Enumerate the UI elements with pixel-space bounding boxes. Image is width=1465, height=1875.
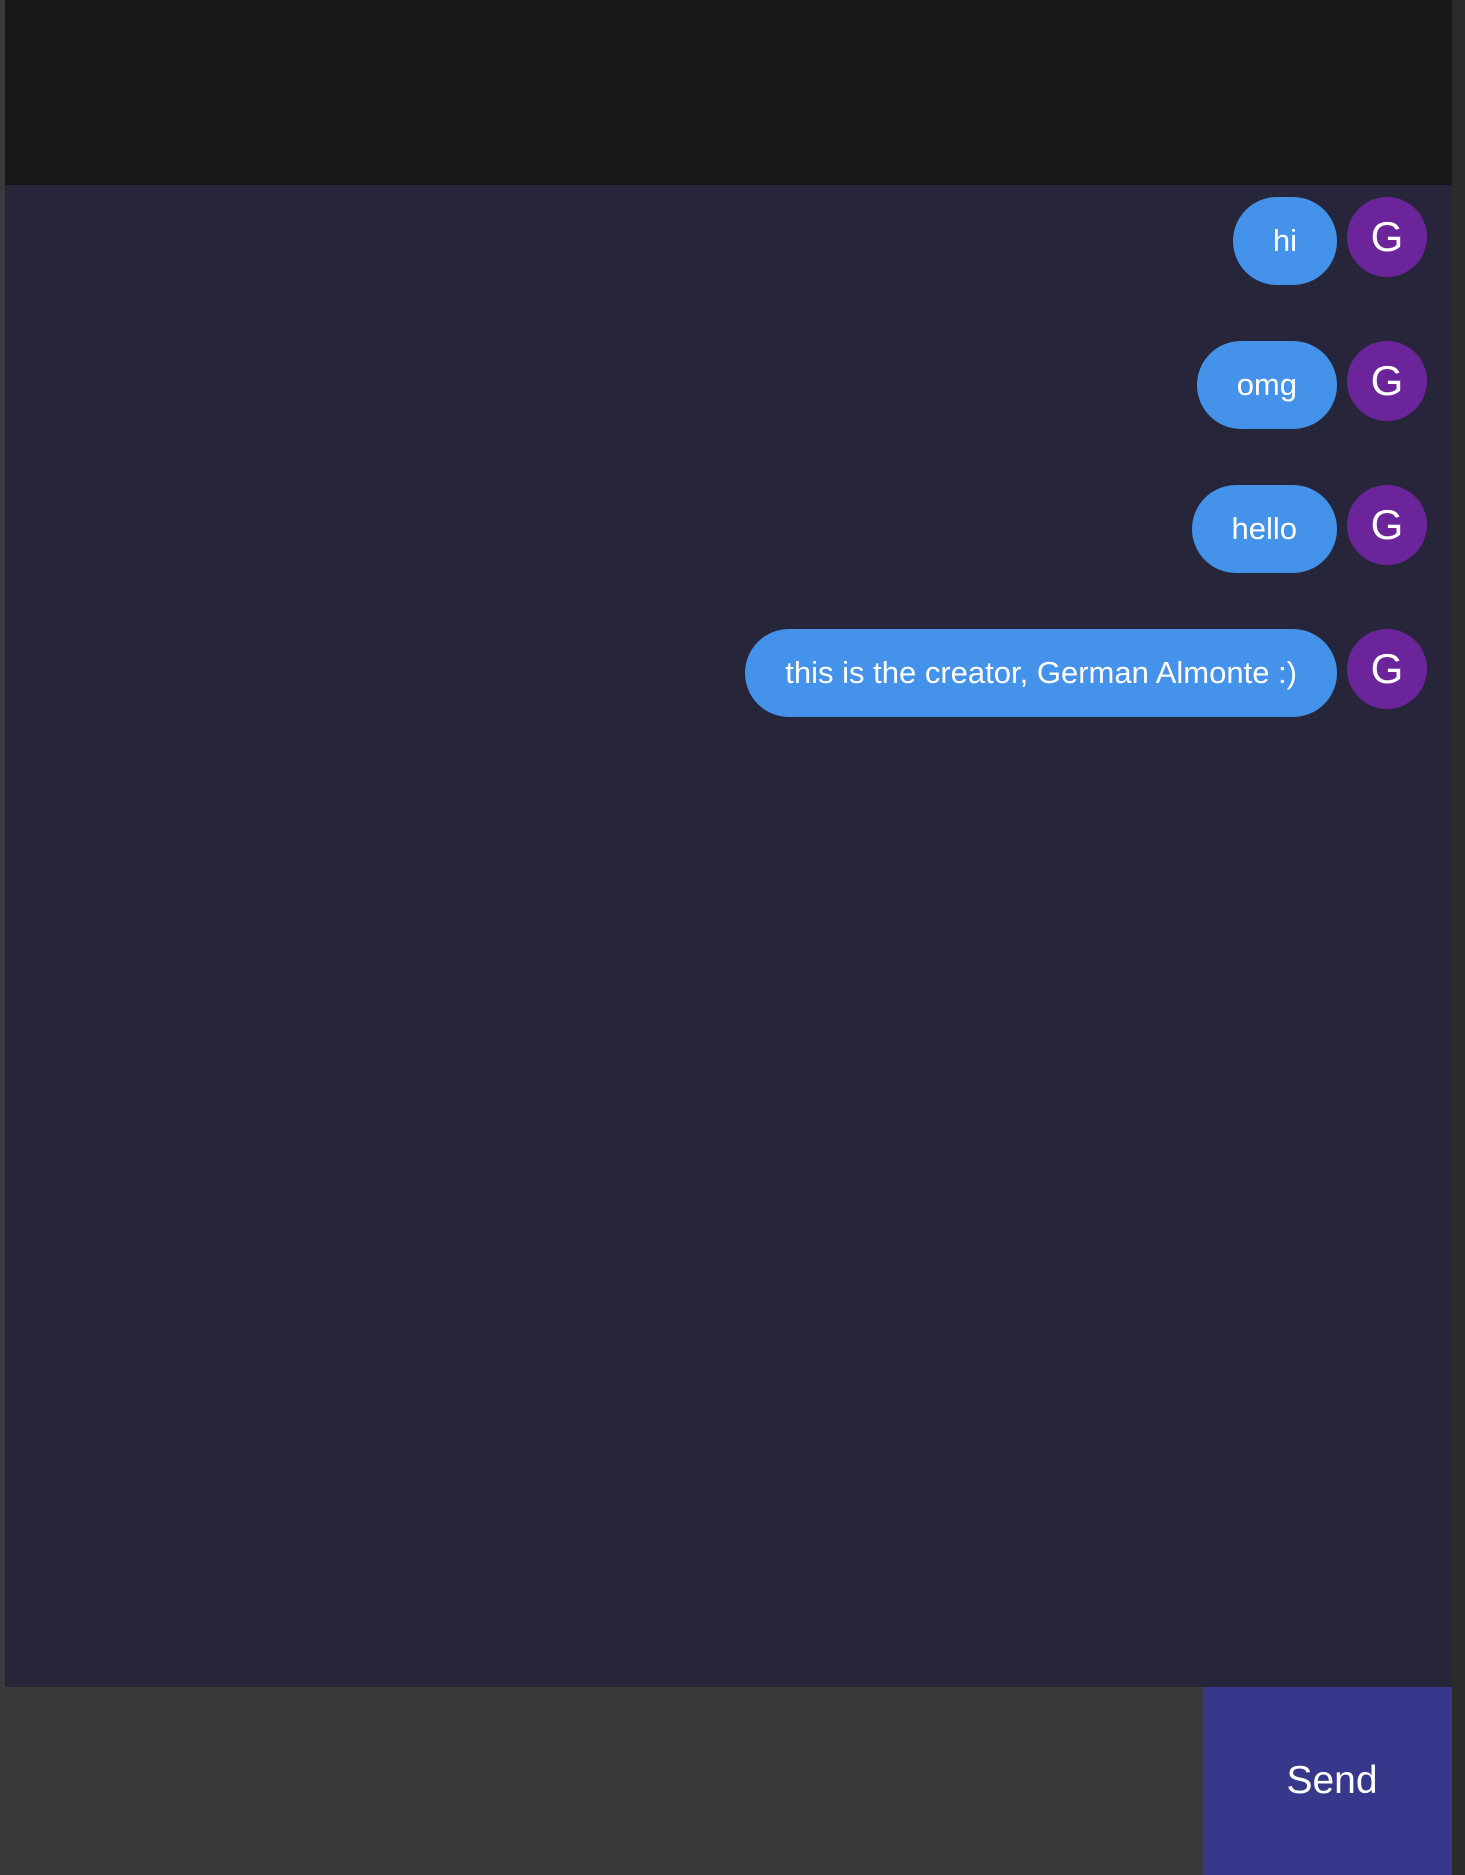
user-avatar: G [1347, 485, 1427, 565]
message-bubble: hello [1191, 485, 1337, 573]
message-bubble: omg [1196, 341, 1337, 429]
top-header [5, 0, 1461, 185]
message-row: omg G [1196, 341, 1427, 429]
message-bubble: this is the creator, German Almonte :) [745, 629, 1337, 717]
message-composer: Send [5, 1687, 1461, 1875]
message-row: hi G [1232, 197, 1427, 285]
message-input[interactable] [5, 1687, 1203, 1875]
message-bubble: hi [1232, 197, 1337, 285]
message-list[interactable]: hi G omg G hello G this is the creator, … [5, 185, 1457, 1687]
message-row: this is the creator, German Almonte :) G [745, 629, 1427, 717]
user-avatar: G [1347, 629, 1427, 709]
right-edge-bar [1452, 0, 1465, 1875]
chat-app: hi G omg G hello G this is the creator, … [5, 0, 1461, 1875]
message-row: hello G [1191, 485, 1427, 573]
user-avatar: G [1347, 341, 1427, 421]
send-button[interactable]: Send [1203, 1687, 1461, 1875]
user-avatar: G [1347, 197, 1427, 277]
